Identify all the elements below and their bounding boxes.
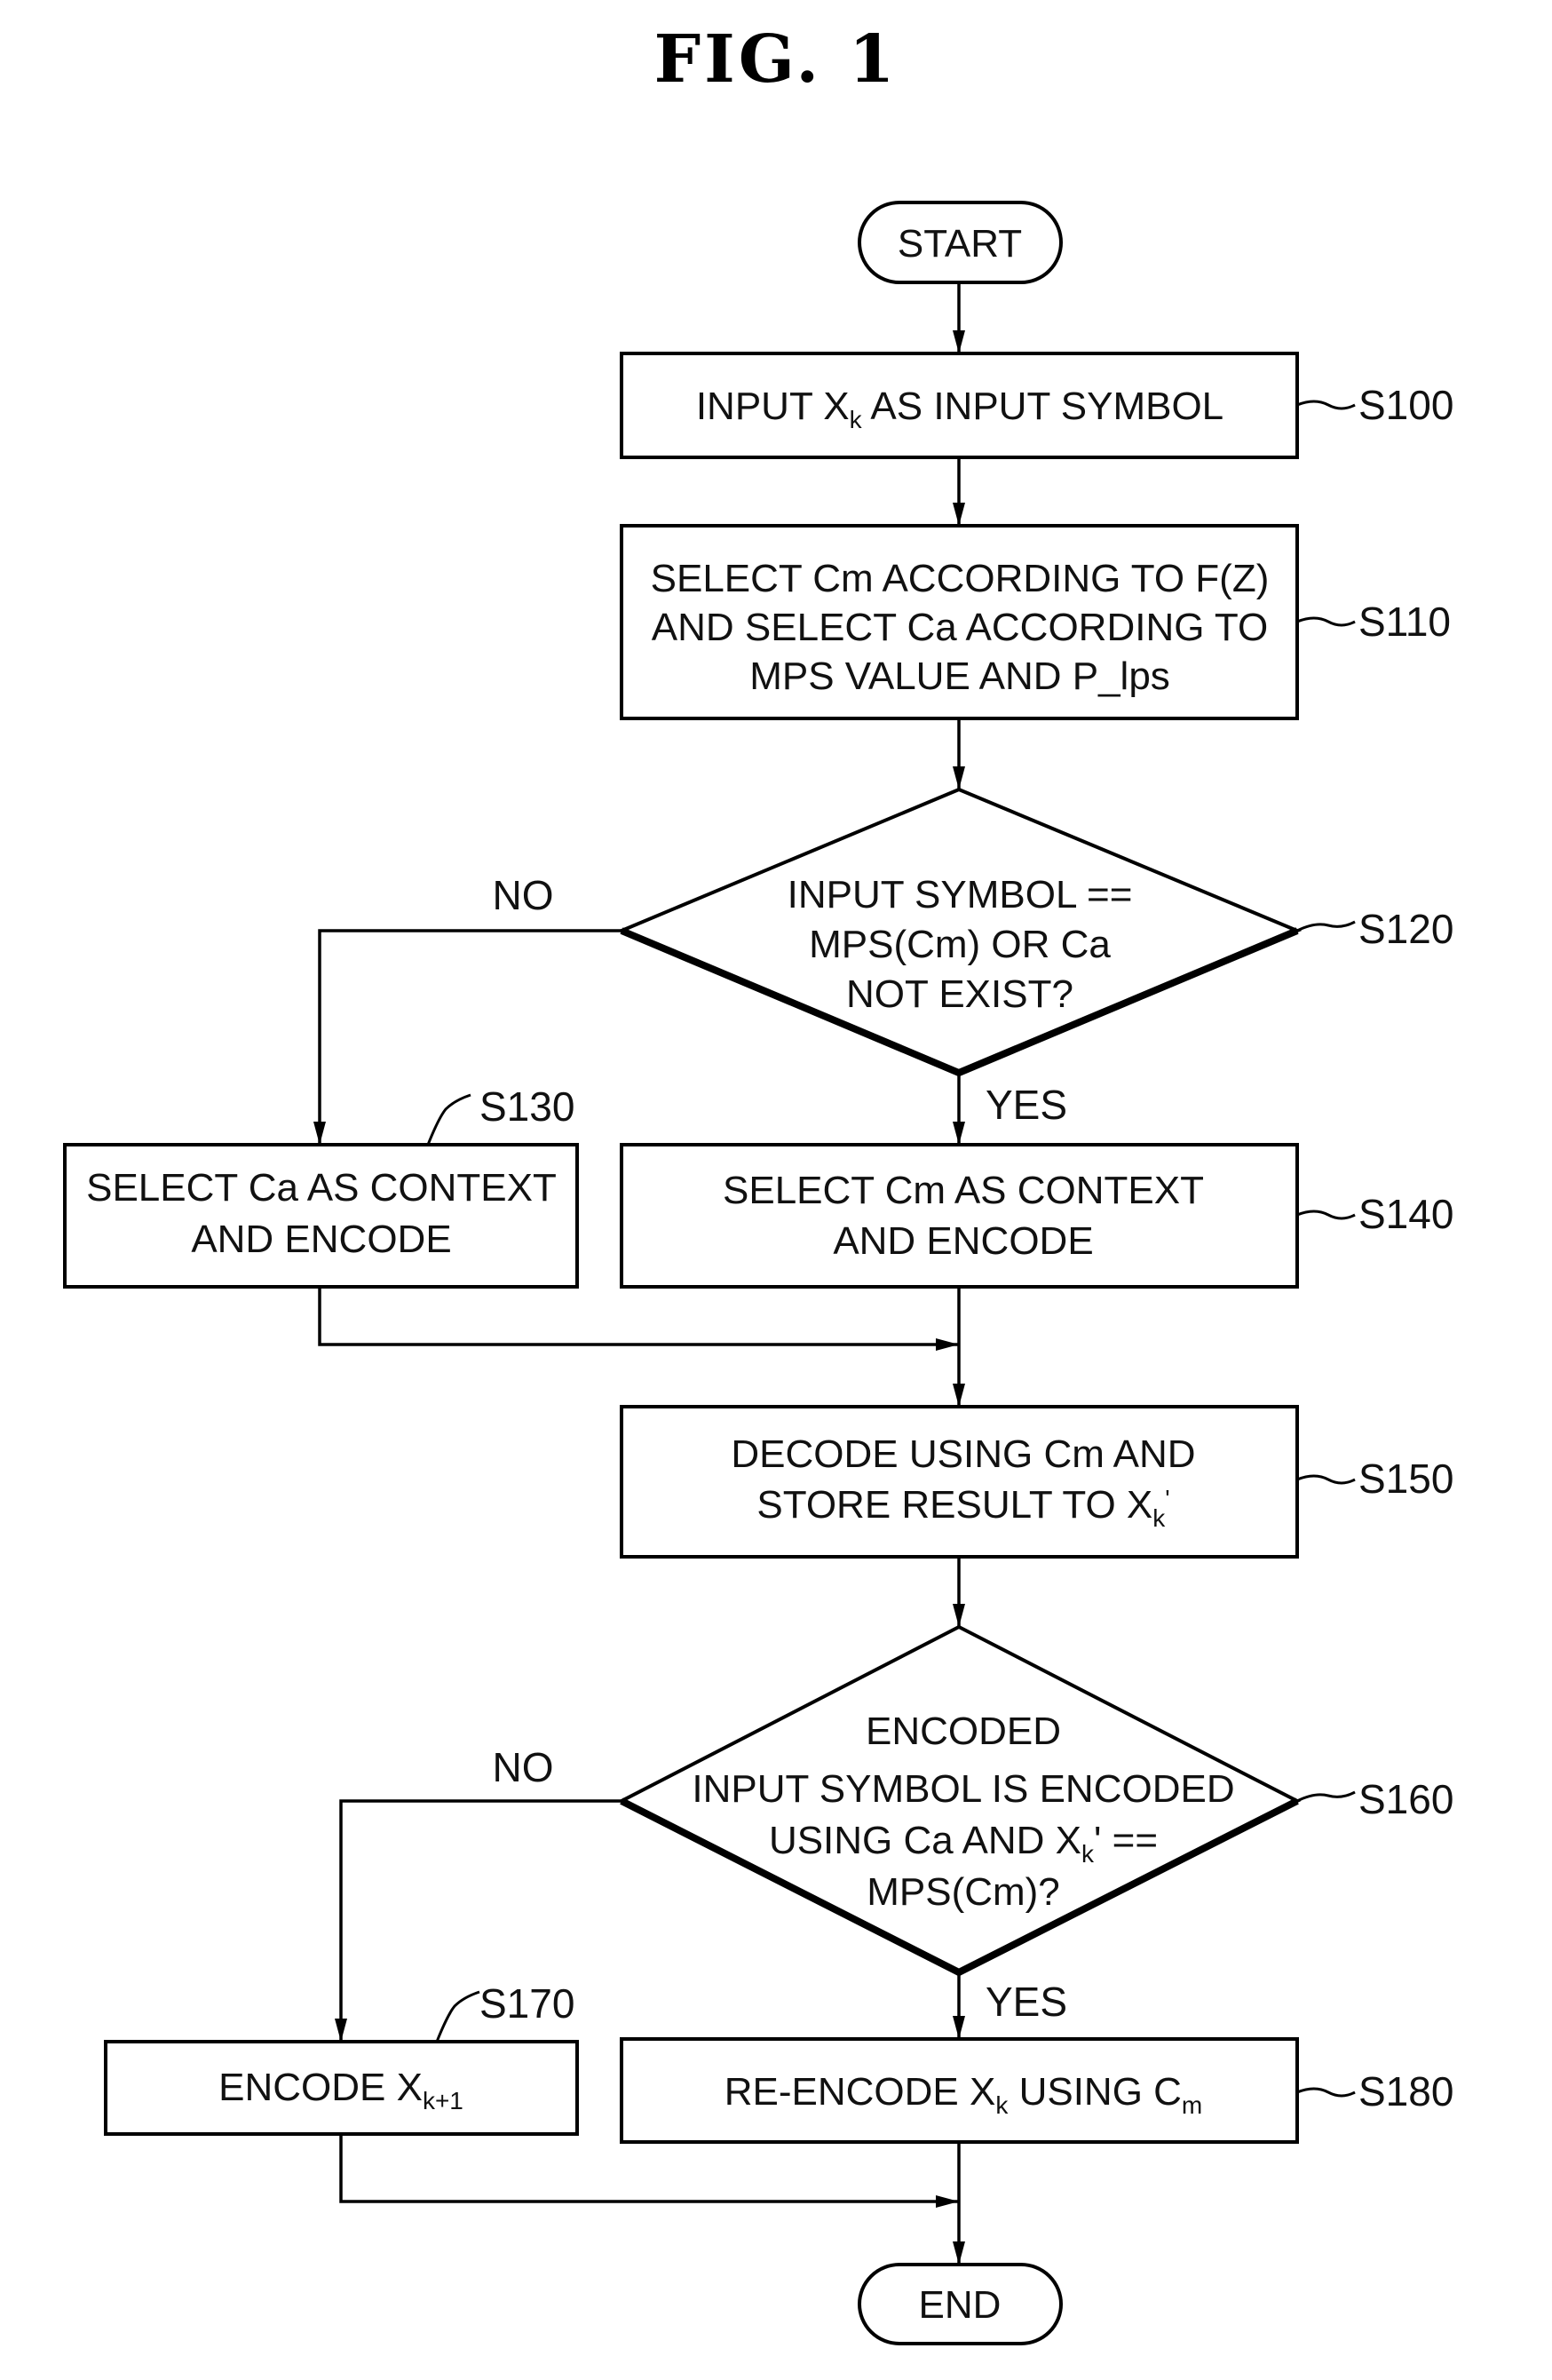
s100-text: INPUT Xk AS INPUT SYMBOL — [696, 385, 1223, 433]
s150-ref: S150 — [1358, 1456, 1453, 1502]
s130-line-1: SELECT Ca AS CONTEXT — [86, 1166, 557, 1210]
s110-line-2: AND SELECT Ca ACCORDING TO — [652, 606, 1268, 649]
arrowhead — [953, 2016, 965, 2039]
s110-ref: S110 — [1358, 599, 1451, 645]
s160-ref: S160 — [1358, 1776, 1453, 1822]
s140-leader — [1296, 1210, 1356, 1220]
arrowhead — [335, 2019, 347, 2042]
s150-line-1: DECODE USING Cm AND — [731, 1432, 1195, 1476]
s140-line-2: AND ENCODE — [833, 1219, 1093, 1263]
s110-leader — [1296, 616, 1356, 627]
arrowhead — [953, 1384, 965, 1407]
s150-box — [620, 1405, 1299, 1559]
decision-s160: ENCODED INPUT SYMBOL IS ENCODED USING Ca… — [493, 1624, 1453, 2025]
s160-line-2: INPUT SYMBOL IS ENCODED — [692, 1767, 1234, 1811]
s160-line-1: ENCODED — [866, 1710, 1061, 1753]
s110-line-1: SELECT Cm ACCORDING TO F(Z) — [651, 557, 1270, 600]
s130-line-2: AND ENCODE — [191, 1218, 451, 1261]
s120-line-1: INPUT SYMBOL == — [788, 873, 1133, 916]
s100-leader — [1296, 400, 1356, 410]
s110-line-3: MPS VALUE AND P_lps — [749, 654, 1170, 698]
arrowhead — [953, 330, 965, 353]
s170-ref: S170 — [479, 1980, 574, 2027]
s180-leader — [1296, 2087, 1356, 2098]
s170-leader — [435, 1990, 480, 2043]
s120-leader — [1296, 920, 1356, 932]
s180-text: RE-ENCODE Xk USING Cm — [725, 2070, 1203, 2119]
step-s100: INPUT Xk AS INPUT SYMBOL S100 — [620, 352, 1453, 459]
arrowhead — [953, 1604, 965, 1627]
start-terminal: START — [858, 201, 1063, 284]
decision-s120: INPUT SYMBOL == MPS(Cm) OR Ca NOT EXIST?… — [493, 787, 1453, 1128]
s160-yes-label: YES — [986, 1979, 1067, 2025]
s120-line-3: NOT EXIST? — [846, 972, 1073, 1016]
s120-no-label: NO — [493, 872, 554, 918]
connector-s130-merge — [318, 1287, 959, 1346]
step-s140: SELECT Cm AS CONTEXT AND ENCODE S140 — [620, 1143, 1453, 1289]
arrowhead — [953, 503, 965, 526]
arrowhead — [953, 766, 965, 789]
s100-ref: S100 — [1358, 382, 1453, 428]
step-s110: SELECT Cm ACCORDING TO F(Z) AND SELECT C… — [620, 524, 1451, 720]
arrowhead — [936, 1338, 959, 1351]
arrowhead — [313, 1122, 326, 1145]
s140-line-1: SELECT Cm AS CONTEXT — [723, 1169, 1204, 1212]
s120-line-2: MPS(Cm) OR Ca — [809, 923, 1111, 966]
arrowhead — [953, 1122, 965, 1145]
s120-ref: S120 — [1358, 906, 1453, 952]
s160-line-3: USING Ca AND Xk' == — [769, 1819, 1158, 1868]
arrowhead — [953, 2241, 965, 2265]
s120-yes-label: YES — [986, 1082, 1067, 1128]
s140-box — [620, 1143, 1299, 1289]
end-label: END — [919, 2283, 1002, 2327]
arrowhead — [936, 2195, 959, 2208]
s160-leader — [1296, 1790, 1356, 1803]
s150-line-2: STORE RESULT TO Xk' — [756, 1483, 1169, 1532]
s130-leader — [426, 1093, 471, 1146]
s180-ref: S180 — [1358, 2068, 1453, 2114]
figure-title: FIG. 1 — [654, 21, 899, 98]
start-label: START — [898, 222, 1022, 266]
s160-no-label: NO — [493, 1744, 554, 1790]
end-terminal: END — [858, 2263, 1063, 2345]
s150-leader — [1296, 1474, 1356, 1485]
s160-line-4: MPS(Cm)? — [867, 1870, 1060, 1914]
step-s180: RE-ENCODE Xk USING Cm S180 — [620, 2037, 1453, 2144]
connector-s170-merge — [339, 2134, 959, 2203]
flowchart: FIG. 1 START INPUT Xk AS INPUT SYMBOL S1… — [63, 21, 1453, 2345]
s130-ref: S130 — [479, 1083, 574, 1130]
connector-s120-no — [318, 929, 622, 1145]
step-s150: DECODE USING Cm AND STORE RESULT TO Xk' … — [620, 1405, 1453, 1559]
s140-ref: S140 — [1358, 1191, 1453, 1237]
